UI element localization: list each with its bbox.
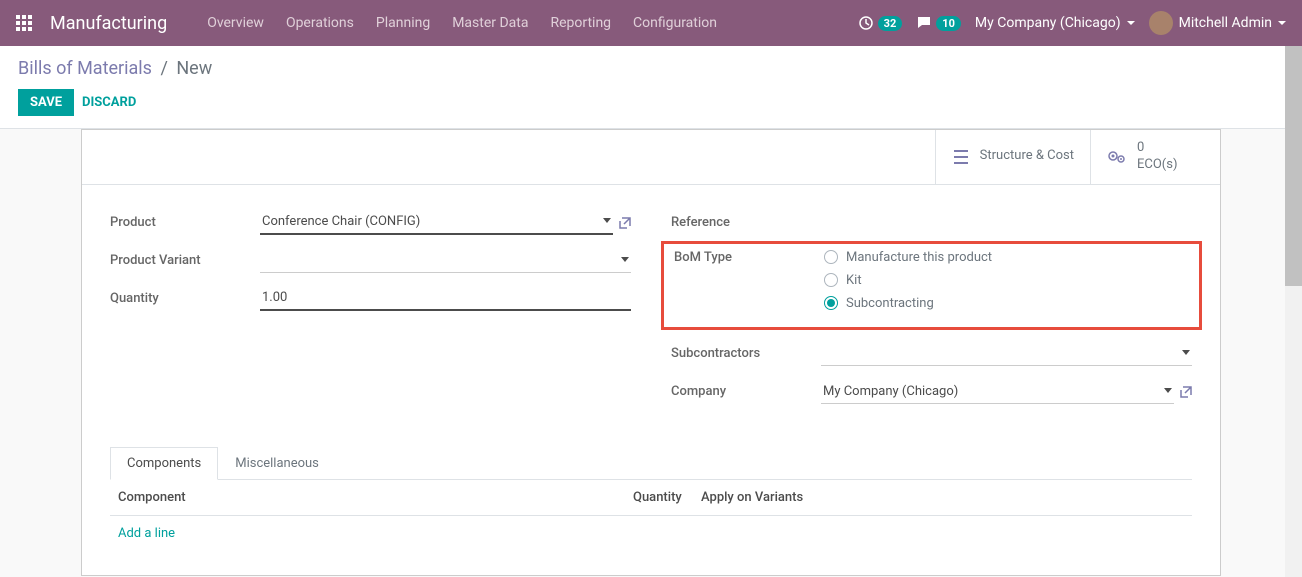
content-area: Structure & Cost 0 ECO(s) Product: [0, 129, 1302, 576]
external-link-icon[interactable]: [619, 217, 631, 229]
table-header: Component Quantity Apply on Variants: [110, 480, 1192, 516]
nav-overview[interactable]: Overview: [207, 15, 264, 31]
radio-label: Manufacture this product: [846, 250, 992, 265]
radio-label: Kit: [846, 273, 862, 288]
nav-operations[interactable]: Operations: [286, 15, 354, 31]
radio-icon: [824, 273, 838, 287]
dropdown-caret-icon[interactable]: [603, 218, 611, 223]
user-menu[interactable]: Mitchell Admin: [1149, 11, 1286, 35]
stat-button-bar: Structure & Cost 0 ECO(s): [82, 130, 1220, 185]
radio-manufacture[interactable]: Manufacture this product: [824, 250, 1189, 265]
messages-indicator[interactable]: 10: [916, 15, 961, 31]
external-link-icon[interactable]: [1180, 386, 1192, 398]
form-sheet: Structure & Cost 0 ECO(s) Product: [81, 129, 1221, 576]
discard-button[interactable]: DISCARD: [82, 95, 136, 110]
col-component: Component: [118, 490, 633, 505]
company-selector[interactable]: My Company (Chicago): [975, 15, 1135, 31]
structure-cost-label: Structure & Cost: [980, 148, 1074, 165]
left-column: Product Product Variant: [110, 209, 631, 416]
company-name: My Company (Chicago): [975, 15, 1121, 31]
product-row: Product: [110, 209, 631, 237]
ecos-button[interactable]: 0 ECO(s): [1090, 130, 1220, 184]
gears-icon: [1107, 148, 1127, 166]
subcontractors-input[interactable]: [821, 342, 1192, 366]
quantity-row: Quantity: [110, 285, 631, 313]
company-input[interactable]: [821, 380, 1174, 404]
dropdown-caret-icon[interactable]: [1164, 388, 1172, 393]
bom-type-label: BoM Type: [674, 250, 824, 265]
user-name: Mitchell Admin: [1179, 15, 1272, 31]
right-nav: 32 10 My Company (Chicago) Mitchell Admi…: [858, 11, 1286, 35]
chat-icon: [916, 15, 932, 31]
control-panel: Bills of Materials / New SAVE DISCARD: [0, 46, 1302, 129]
main-nav: Overview Operations Planning Master Data…: [207, 15, 857, 31]
save-button[interactable]: SAVE: [18, 89, 74, 116]
caret-down-icon: [1278, 21, 1286, 25]
bom-type-row: BoM Type Manufacture this product Kit: [674, 250, 1189, 311]
quantity-input[interactable]: [260, 286, 631, 311]
add-line-link[interactable]: Add a line: [110, 516, 1192, 551]
form-body: Product Product Variant: [82, 185, 1220, 575]
ecos-count: 0: [1137, 140, 1144, 155]
scroll-thumb[interactable]: [1285, 46, 1302, 286]
radio-label: Subcontracting: [846, 296, 934, 311]
nav-planning[interactable]: Planning: [376, 15, 430, 31]
structure-cost-button[interactable]: Structure & Cost: [935, 130, 1090, 184]
messages-badge: 10: [936, 16, 961, 31]
breadcrumb-parent[interactable]: Bills of Materials: [18, 58, 152, 79]
activity-indicator[interactable]: 32: [858, 15, 903, 31]
radio-icon: [824, 250, 838, 264]
subcontractors-row: Subcontractors: [671, 340, 1192, 368]
radio-subcontracting[interactable]: Subcontracting: [824, 296, 1189, 311]
nav-master-data[interactable]: Master Data: [452, 15, 528, 31]
clock-icon: [858, 15, 874, 31]
breadcrumb-separator: /: [160, 58, 167, 79]
caret-down-icon: [1127, 21, 1135, 25]
tab-components[interactable]: Components: [110, 447, 218, 480]
variant-input[interactable]: [260, 249, 631, 273]
avatar: [1149, 11, 1173, 35]
quantity-label: Quantity: [110, 291, 260, 306]
company-label: Company: [671, 384, 821, 399]
app-title[interactable]: Manufacturing: [50, 13, 167, 34]
variant-row: Product Variant: [110, 247, 631, 275]
dropdown-caret-icon[interactable]: [1182, 350, 1190, 355]
vertical-scrollbar[interactable]: [1285, 46, 1302, 577]
col-quantity: Quantity: [633, 490, 701, 505]
right-column: Reference BoM Type Manufacture this prod…: [671, 209, 1192, 416]
subcontractors-label: Subcontractors: [671, 346, 821, 361]
top-navbar: Manufacturing Overview Operations Planni…: [0, 0, 1302, 46]
breadcrumb-current: New: [176, 58, 212, 79]
reference-label: Reference: [671, 215, 821, 230]
radio-icon-checked: [824, 296, 838, 310]
product-label: Product: [110, 215, 260, 230]
radio-kit[interactable]: Kit: [824, 273, 1189, 288]
tab-bar: Components Miscellaneous: [110, 446, 1192, 480]
company-row: Company: [671, 378, 1192, 406]
nav-reporting[interactable]: Reporting: [550, 15, 611, 31]
reference-row: Reference: [671, 209, 1192, 237]
nav-configuration[interactable]: Configuration: [633, 15, 717, 31]
activity-badge: 32: [878, 16, 903, 31]
ecos-label: ECO(s): [1137, 157, 1177, 172]
tab-miscellaneous[interactable]: Miscellaneous: [218, 447, 336, 480]
apps-grid-icon[interactable]: [16, 15, 32, 31]
variant-label: Product Variant: [110, 253, 260, 268]
tab-content: Component Quantity Apply on Variants Add…: [110, 480, 1192, 551]
action-buttons: SAVE DISCARD: [18, 89, 1284, 116]
ecos-text: 0 ECO(s): [1137, 140, 1177, 174]
list-icon: [952, 148, 970, 166]
col-variants: Apply on Variants: [701, 490, 1184, 505]
form-columns: Product Product Variant: [110, 209, 1192, 416]
bom-type-highlight: BoM Type Manufacture this product Kit: [661, 241, 1202, 330]
breadcrumb: Bills of Materials / New: [18, 58, 1284, 79]
product-input[interactable]: [260, 210, 613, 235]
dropdown-caret-icon[interactable]: [621, 257, 629, 262]
bom-type-radios: Manufacture this product Kit Subcontract…: [824, 250, 1189, 311]
